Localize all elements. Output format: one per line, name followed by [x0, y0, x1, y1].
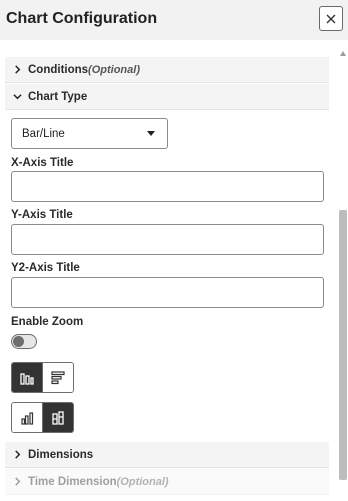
panel-header: Chart Configuration — [0, 0, 348, 40]
close-icon — [326, 14, 336, 23]
horizontal-orientation-button[interactable] — [42, 363, 73, 392]
section-label: Time Dimension — [28, 475, 117, 488]
x-axis-title-input[interactable] — [11, 171, 324, 202]
section-label: Chart Type — [28, 90, 88, 103]
section-optional-label: (Optional) — [116, 475, 169, 488]
layout-toggle-group — [11, 402, 74, 433]
enable-zoom-toggle[interactable] — [11, 334, 37, 349]
x-axis-title-label: X-Axis Title — [11, 157, 74, 169]
section-label: Dimensions — [28, 448, 94, 461]
vertical-bars-icon — [20, 372, 34, 385]
orientation-toggle-group — [11, 362, 74, 393]
toggle-knob — [13, 336, 24, 347]
close-button[interactable] — [319, 6, 343, 31]
scroll-up-icon[interactable] — [340, 51, 346, 56]
stacked-layout-button[interactable] — [42, 403, 73, 432]
chevron-right-icon — [11, 449, 23, 461]
y2-axis-title-input[interactable] — [11, 277, 324, 308]
section-conditions[interactable]: Conditions (Optional) — [5, 57, 329, 83]
y-axis-title-input[interactable] — [11, 224, 324, 255]
chart-type-value: Bar/Line — [22, 127, 65, 140]
grouped-layout-button[interactable] — [12, 403, 43, 432]
vertical-orientation-button[interactable] — [12, 363, 43, 392]
enable-zoom-label: Enable Zoom — [11, 316, 84, 328]
scrollbar-thumb[interactable] — [339, 210, 347, 480]
page-title: Chart Configuration — [6, 10, 158, 27]
chevron-down-icon — [11, 91, 23, 103]
section-time-dimension[interactable]: Time Dimension (Optional) — [5, 469, 329, 495]
y-axis-title-label: Y-Axis Title — [11, 209, 73, 221]
chart-type-select[interactable]: Bar/Line — [11, 118, 168, 149]
section-dimensions[interactable]: Dimensions — [5, 442, 329, 468]
section-label: Conditions — [28, 63, 89, 76]
chevron-right-icon — [11, 64, 23, 76]
horizontal-bars-icon — [51, 370, 65, 384]
grouped-bars-icon — [21, 411, 34, 425]
section-optional-label: (Optional) — [88, 63, 140, 76]
chevron-right-icon — [11, 476, 23, 488]
section-chart-type[interactable]: Chart Type — [5, 84, 329, 110]
caret-down-icon — [147, 131, 155, 136]
stacked-bars-icon — [52, 410, 64, 425]
y2-axis-title-label: Y2-Axis Title — [11, 262, 80, 274]
